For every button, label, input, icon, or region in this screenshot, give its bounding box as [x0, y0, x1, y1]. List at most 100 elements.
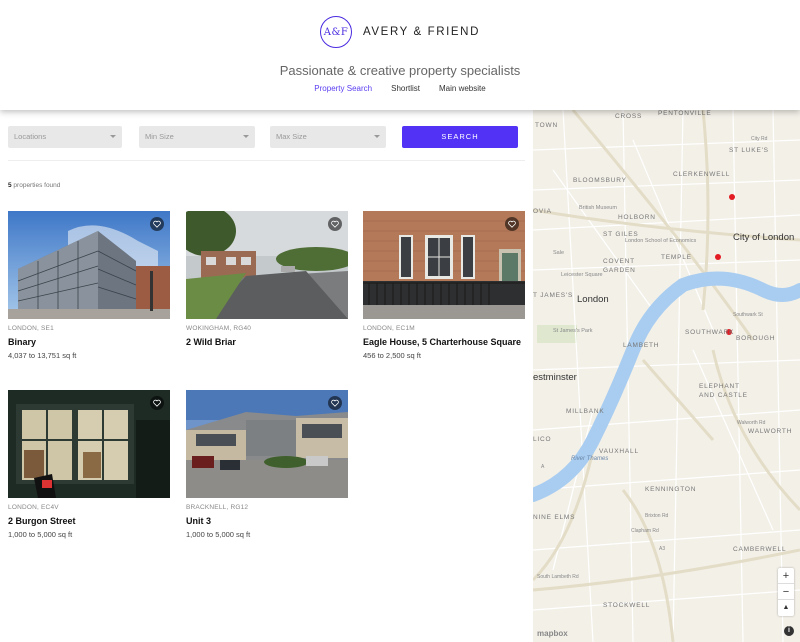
map-label: SOUTHWARK — [685, 329, 735, 336]
map-label: River Thames — [571, 456, 609, 462]
property-card[interactable]: BRACKNELL, RG12 Unit 3 1,000 to 5,000 sq… — [186, 390, 348, 539]
property-name[interactable]: 2 Wild Briar — [186, 336, 348, 348]
map-label: City of London — [733, 232, 795, 243]
search-button[interactable]: SEARCH — [402, 126, 518, 148]
logo-mark: A&F — [320, 16, 352, 48]
heart-icon — [153, 220, 161, 228]
property-location: LONDON, SE1 — [8, 325, 54, 332]
map-label: British Museum — [579, 205, 617, 211]
property-name[interactable]: Eagle House, 5 Charterhouse Square — [363, 336, 525, 348]
zoom-out-button[interactable]: − — [778, 584, 794, 600]
map-label: MILLBANK — [566, 408, 605, 415]
map-label: Sale — [553, 250, 565, 256]
map-label: ELEPHANT — [699, 383, 740, 390]
map-label: Leicester Square — [561, 272, 603, 278]
results-count: 5 properties found — [8, 182, 60, 189]
shortlist-heart-button[interactable] — [505, 217, 519, 231]
property-size: 1,000 to 5,000 sq ft — [186, 530, 251, 539]
map-label: BLOOMSBURY — [573, 177, 627, 184]
chevron-down-icon — [243, 135, 249, 138]
compass-icon[interactable]: ▲ — [778, 600, 794, 616]
property-name[interactable]: Unit 3 — [186, 515, 348, 527]
map-label: LAMBETH — [623, 342, 660, 349]
brand-name: AVERY & FRIEND — [363, 26, 480, 38]
map-label: OVIA — [533, 208, 552, 215]
map-label: VAUXHALL — [599, 448, 639, 455]
logo[interactable]: A&F AVERY & FRIEND — [0, 16, 800, 48]
property-size: 4,037 to 13,751 sq ft — [8, 351, 77, 360]
divider — [8, 160, 525, 161]
map-label: Brixton Rd — [645, 513, 669, 519]
map-label: T JAMES'S — [533, 292, 574, 299]
map-label: PENTONVILLE — [658, 110, 712, 117]
property-name[interactable]: Binary — [8, 336, 170, 348]
map-label: City Rd — [751, 136, 768, 142]
heart-icon — [331, 220, 339, 228]
map-label: KENNINGTON — [645, 486, 697, 493]
filter-bar: Locations Min Size Max Size SEARCH — [8, 126, 518, 148]
map-label: STOCKWELL — [603, 602, 651, 609]
property-photo[interactable] — [186, 390, 348, 498]
property-photo[interactable] — [8, 390, 170, 498]
shortlist-heart-button[interactable] — [328, 217, 342, 231]
map[interactable]: TOWN CROSS PENTONVILLE City Rd ST LUKE'S… — [533, 110, 800, 642]
map-label: CAMBERWELL — [733, 546, 787, 553]
property-size: 456 to 2,500 sq ft — [363, 351, 421, 360]
nav-shortlist[interactable]: Shortlist — [391, 84, 420, 93]
map-label: A — [541, 464, 545, 470]
shortlist-heart-button[interactable] — [150, 217, 164, 231]
mapbox-logo[interactable]: mapbox — [537, 629, 568, 638]
map-label: South Lambeth Rd — [537, 574, 579, 580]
map-label: ST LUKE'S — [729, 147, 769, 154]
property-card[interactable]: WOKINGHAM, RG40 2 Wild Briar — [186, 211, 348, 351]
zoom-in-button[interactable]: + — [778, 568, 794, 584]
map-label: BOROUGH — [736, 335, 776, 342]
max-size-select[interactable]: Max Size — [270, 126, 386, 148]
map-label: TOWN — [535, 122, 558, 129]
info-icon[interactable]: i — [784, 626, 794, 636]
property-location: LONDON, EC1M — [363, 325, 415, 332]
property-photo[interactable] — [8, 211, 170, 319]
property-photo[interactable] — [363, 211, 525, 319]
map-label: TEMPLE — [661, 254, 692, 261]
min-size-select-label: Min Size — [145, 132, 174, 141]
map-label: GARDEN — [603, 267, 636, 274]
main-nav: Property Search Shortlist Main website — [0, 84, 800, 93]
chevron-down-icon — [374, 135, 380, 138]
locations-select[interactable]: Locations — [8, 126, 122, 148]
map-label: HOLBORN — [618, 214, 656, 221]
map-label: Clapham Rd — [631, 528, 659, 534]
map-label: St James's Park — [553, 328, 593, 334]
property-location: BRACKNELL, RG12 — [186, 504, 249, 511]
shortlist-heart-button[interactable] — [150, 396, 164, 410]
tagline: Passionate & creative property specialis… — [279, 63, 521, 78]
property-size: 1,000 to 5,000 sq ft — [8, 530, 73, 539]
shortlist-heart-button[interactable] — [328, 396, 342, 410]
nav-property-search[interactable]: Property Search — [314, 84, 372, 93]
map-label: WALWORTH — [748, 428, 793, 435]
heart-icon — [331, 399, 339, 407]
locations-select-label: Locations — [14, 132, 47, 141]
map-label: London School of Economics — [625, 238, 697, 244]
heart-icon — [153, 399, 161, 407]
property-card[interactable]: LONDON, EC4V 2 Burgon Street 1,000 to 5,… — [8, 390, 170, 539]
map-label: ST GILES — [603, 231, 639, 238]
map-label: LICO — [533, 436, 552, 443]
map-zoom-controls: + − ▲ — [778, 568, 794, 616]
property-location: LONDON, EC4V — [8, 504, 59, 511]
map-label: COVENT — [603, 258, 635, 265]
map-label: CLERKENWELL — [673, 171, 731, 178]
max-size-select-label: Max Size — [276, 132, 307, 141]
map-label: CROSS — [615, 113, 643, 120]
property-name[interactable]: 2 Burgon Street — [8, 515, 170, 527]
chevron-down-icon — [110, 135, 116, 138]
property-card[interactable]: LONDON, EC1M Eagle House, 5 Charterhouse… — [363, 211, 525, 360]
min-size-select[interactable]: Min Size — [139, 126, 255, 148]
map-label: estminster — [533, 372, 577, 383]
map-label: A3 — [659, 546, 666, 552]
property-photo[interactable] — [186, 211, 348, 319]
site-header: A&F AVERY & FRIEND Passionate & creative… — [0, 0, 800, 110]
property-card[interactable]: LONDON, SE1 Binary 4,037 to 13,751 sq ft — [8, 211, 170, 360]
results-count-suffix: properties found — [11, 182, 61, 189]
nav-main-website[interactable]: Main website — [439, 84, 486, 93]
